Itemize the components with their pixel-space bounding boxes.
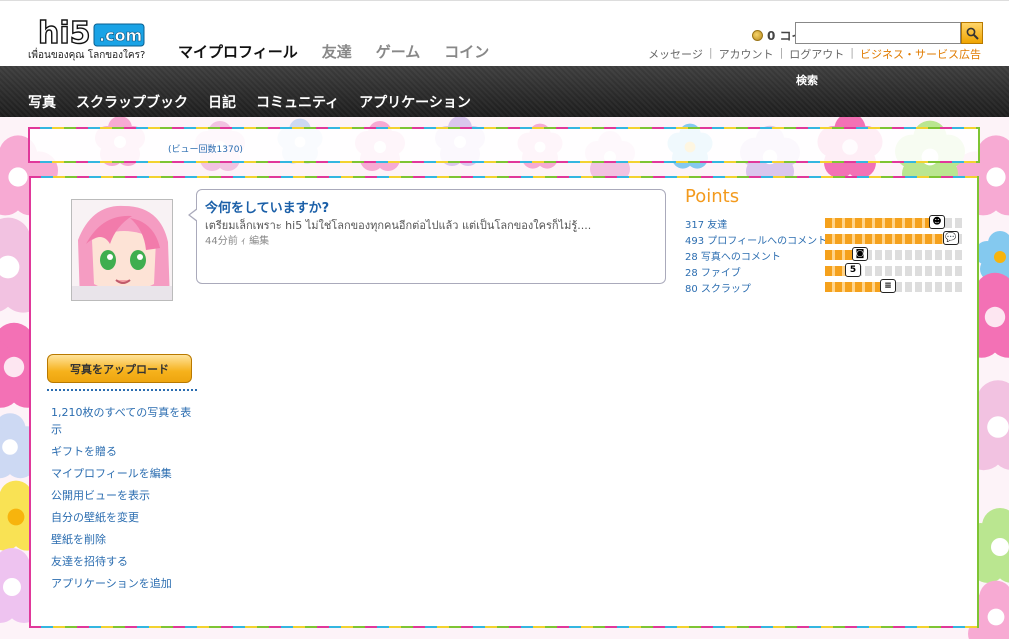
separator: | <box>850 46 854 59</box>
person-icon: ☻ <box>929 215 945 229</box>
points-label[interactable]: 80 スクラップ <box>685 280 751 295</box>
messages-link[interactable]: メッセージ <box>648 46 703 62</box>
points-bar: ☻ <box>825 215 965 229</box>
points-label[interactable]: 317 友達 <box>685 216 727 231</box>
five-icon: 5 <box>845 263 861 277</box>
search-button[interactable] <box>961 22 983 44</box>
coin-icon <box>752 30 763 41</box>
speech-bubble-icon: 💬 <box>943 231 959 245</box>
scrap-icon: ≡ <box>880 279 896 293</box>
nav-journal[interactable]: 日記 <box>208 92 236 112</box>
points-row: 28 ファイブ 5 <box>685 263 967 279</box>
points-row: 317 友達 ☻ <box>685 215 967 231</box>
sidebar-links: 1,210枚のすべての写真を表示 ギフトを贈る マイプロフィールを編集 公開用ビ… <box>51 404 196 597</box>
points-row: 493 プロフィールへのコメント 💬 <box>685 231 967 247</box>
points-bar: ≡ <box>825 279 965 293</box>
section-nav: 写真 スクラップブック 日記 コミュニティ アプリケーション <box>28 92 491 112</box>
business-ads-link[interactable]: ビジネス・サービス広告 <box>860 46 981 62</box>
svg-text:.com: .com <box>99 26 142 45</box>
sidebar-divider <box>47 389 197 391</box>
camera-icon: ◙ <box>852 247 868 261</box>
add-application-link[interactable]: アプリケーションを追加 <box>51 575 196 592</box>
view-all-photos-link[interactable]: 1,210枚のすべての写真を表示 <box>51 404 196 438</box>
status-separator: ｨ <box>240 236 246 247</box>
edit-profile-link[interactable]: マイプロフィールを編集 <box>51 465 196 482</box>
points-row: 28 写真へのコメント ◙ <box>685 247 967 263</box>
points-bar-fill <box>825 218 937 228</box>
points-bar-fill <box>825 234 951 244</box>
avatar-illustration <box>72 200 172 300</box>
send-gift-link[interactable]: ギフトを贈る <box>51 443 196 460</box>
utility-links: メッセージ | アカウント | ログアウト | ビジネス・サービス広告 <box>648 46 981 62</box>
points-bar: 💬 <box>825 231 965 245</box>
status-pointer-inner <box>190 209 198 221</box>
search-icon <box>966 27 979 40</box>
status-edit-link[interactable]: 編集 <box>249 236 269 247</box>
points-label[interactable]: 28 ファイブ <box>685 264 741 279</box>
points-label[interactable]: 493 プロフィールへのコメント <box>685 232 827 247</box>
view-count: (ビュー回数1370) <box>168 145 243 155</box>
status-time: 44分前 <box>205 236 238 247</box>
points-row: 80 スクラップ ≡ <box>685 279 967 295</box>
nav-community[interactable]: コミュニティ <box>256 92 339 112</box>
remove-wallpaper-link[interactable]: 壁紙を削除 <box>51 531 196 548</box>
upload-photo-button[interactable]: 写真をアップロード <box>47 354 192 383</box>
change-wallpaper-link[interactable]: 自分の壁紙を変更 <box>51 509 196 526</box>
nav-photos[interactable]: 写真 <box>28 92 56 112</box>
separator: | <box>779 46 784 59</box>
logout-link[interactable]: ログアウト <box>789 46 844 62</box>
invite-friends-link[interactable]: 友達を招待する <box>51 553 196 570</box>
logo-tagline: เพื่อนของคุณ โลกของใคร? <box>28 50 146 61</box>
status-meta: 44分前 ｨ 編集 <box>205 232 269 247</box>
points-title: Points <box>685 186 740 207</box>
section-nav-bar: 写真 スクラップブック 日記 コミュニティ アプリケーション 検索 <box>0 66 1009 117</box>
nav-scrapbook[interactable]: スクラップブック <box>76 92 188 112</box>
avatar[interactable] <box>71 199 173 301</box>
hi5-logo[interactable]: hi5 .com <box>36 15 146 49</box>
account-link[interactable]: アカウント <box>719 46 774 62</box>
separator: | <box>708 46 713 59</box>
nav-applications[interactable]: アプリケーション <box>359 92 471 112</box>
status-prompt[interactable]: 今何をしていますか? <box>205 197 329 216</box>
public-view-link[interactable]: 公開用ビューを表示 <box>51 487 196 504</box>
points-bar: ◙ <box>825 247 965 261</box>
points-bar-fill <box>825 282 888 292</box>
search-label: 検索 <box>796 74 818 87</box>
svg-text:hi5: hi5 <box>38 16 91 49</box>
points-bar: 5 <box>825 263 965 277</box>
points-label[interactable]: 28 写真へのコメント <box>685 248 781 263</box>
search-input[interactable] <box>795 22 961 44</box>
